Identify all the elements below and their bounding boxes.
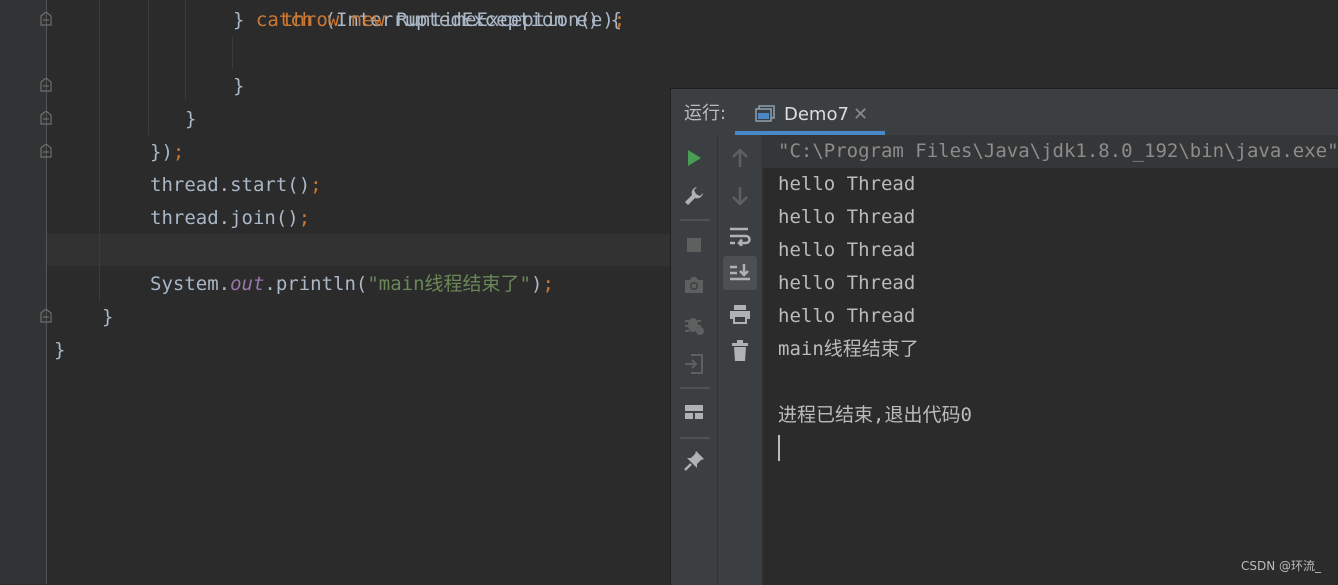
console-line: hello Thread: [778, 272, 916, 294]
console-line: hello Thread: [778, 239, 916, 261]
tab-demo7[interactable]: Demo7 ✕: [735, 96, 885, 135]
code-token: }: [233, 9, 256, 31]
layout-icon[interactable]: [677, 395, 711, 429]
console-line: 进程已结束,退出代码0: [778, 404, 972, 426]
pin-icon[interactable]: [677, 444, 711, 478]
code-token: }: [102, 306, 114, 328]
watermark: CSDN @环流_: [1241, 559, 1322, 573]
code-token: out: [230, 273, 265, 295]
code-token: thread.start(): [150, 174, 311, 196]
code-token: "main线程结束了": [367, 273, 531, 295]
code-line[interactable]: }: [185, 103, 196, 136]
indent-guide: [148, 0, 149, 135]
camera-icon[interactable]: [677, 268, 711, 302]
print-icon[interactable]: [723, 297, 757, 331]
scroll-to-end-icon[interactable]: [723, 256, 757, 290]
code-line[interactable]: thread.start();: [150, 169, 322, 202]
code-token: }: [233, 75, 245, 97]
toolbar-separator: [680, 219, 710, 221]
code-token: .println(: [264, 273, 368, 295]
code-token: ): [531, 273, 543, 295]
code-token: ;: [613, 9, 626, 31]
code-token: }): [150, 141, 173, 163]
code-token: new: [350, 9, 385, 31]
code-token: thread.join(): [150, 207, 299, 229]
indent-guide: [232, 37, 233, 69]
trash-icon[interactable]: [723, 334, 757, 368]
toolbar-separator: [680, 387, 710, 389]
close-icon[interactable]: ✕: [853, 96, 868, 134]
fold-marker-icon[interactable]: [39, 309, 53, 323]
console-window-icon: [755, 105, 775, 122]
console-line: hello Thread: [778, 206, 916, 228]
run-toolbar-left: [671, 135, 718, 585]
code-line[interactable]: });: [150, 136, 184, 169]
exit-icon[interactable]: [677, 347, 711, 381]
indent-guide: [99, 0, 100, 302]
run-tool-window[interactable]: 运行: Demo7 ✕ "C:\Program Files\Java\jdk1.…: [670, 88, 1338, 585]
indent-guide: [185, 0, 186, 100]
fold-marker-icon[interactable]: [39, 144, 53, 158]
current-line-highlight: [47, 234, 671, 266]
console-command: "C:\Program Files\Java\jdk1.8.0_192\bin\…: [778, 140, 1338, 162]
code-token: RuntimeException(e): [384, 9, 614, 31]
code-token: System.: [150, 273, 231, 295]
stop-icon[interactable]: [677, 228, 711, 262]
fold-marker-icon[interactable]: [39, 111, 53, 125]
code-token: ;: [310, 174, 322, 196]
run-panel-header: 运行: Demo7 ✕: [671, 89, 1338, 135]
up-arrow-icon[interactable]: [723, 141, 757, 175]
code-line[interactable]: throw new RuntimeException(e);: [282, 4, 625, 37]
console-output[interactable]: "C:\Program Files\Java\jdk1.8.0_192\bin\…: [763, 135, 1338, 585]
fold-marker-icon[interactable]: [39, 12, 53, 26]
code-token: ;: [172, 141, 185, 163]
code-token: ;: [542, 273, 554, 295]
wrench-icon[interactable]: [677, 179, 711, 213]
debug-bug-icon[interactable]: [677, 307, 711, 341]
fold-marker-icon[interactable]: [39, 78, 53, 92]
code-token: }: [185, 108, 197, 130]
run-toolbar-right: [718, 135, 763, 585]
console-line: hello Thread: [778, 173, 916, 195]
rerun-icon[interactable]: [677, 141, 711, 175]
code-line[interactable]: }: [54, 334, 65, 367]
console-line: main线程结束了: [778, 338, 919, 360]
run-label: 运行:: [684, 103, 727, 124]
tab-label: Demo7: [784, 104, 849, 125]
code-line[interactable]: }: [233, 70, 244, 103]
code-line[interactable]: System.out.println("main线程结束了");: [150, 268, 554, 301]
code-line[interactable]: thread.join();: [150, 202, 310, 235]
code-token: throw: [282, 9, 340, 31]
down-arrow-icon[interactable]: [723, 179, 757, 213]
console-line: hello Thread: [778, 305, 916, 327]
code-line[interactable]: }: [102, 301, 113, 334]
soft-wrap-icon[interactable]: [723, 219, 757, 253]
text-caret: [778, 435, 780, 461]
toolbar-separator: [680, 437, 710, 439]
code-token: ;: [298, 207, 311, 229]
code-token: }: [54, 339, 66, 361]
